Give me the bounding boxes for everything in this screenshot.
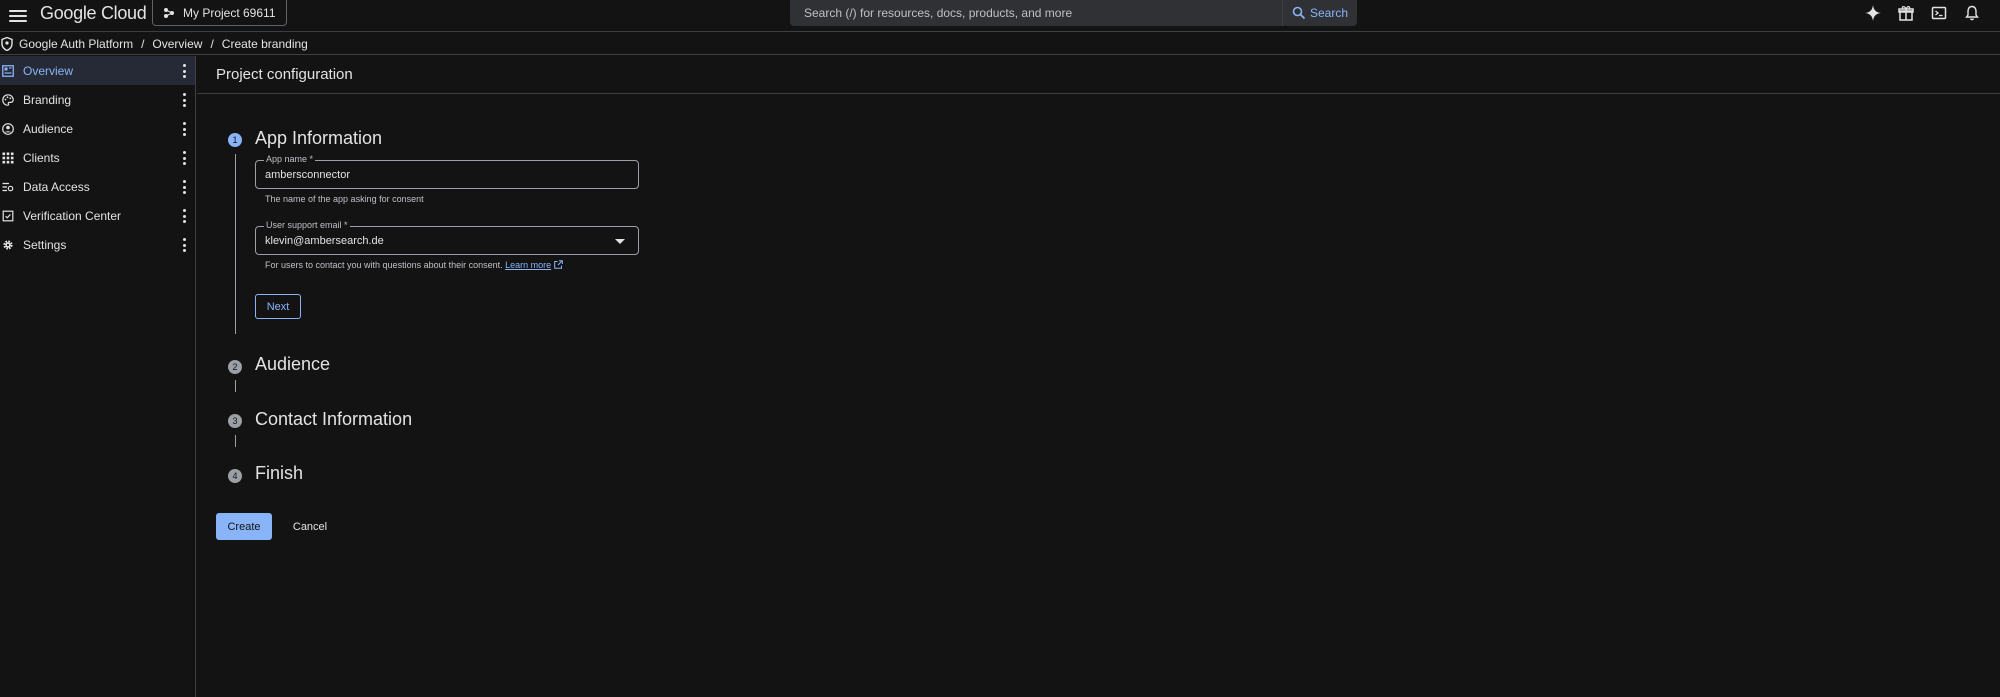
auth-platform-shield-icon bbox=[1, 36, 13, 51]
sidebar-item-label: Settings bbox=[23, 237, 67, 252]
notifications-bell-icon[interactable] bbox=[1962, 3, 1982, 23]
learn-more-link[interactable]: Learn more bbox=[505, 260, 551, 270]
step-number-4: 4 bbox=[228, 469, 242, 483]
palette-icon bbox=[1, 93, 15, 107]
dropdown-arrow-icon bbox=[615, 239, 625, 244]
step-title-app-information[interactable]: App Information bbox=[255, 128, 382, 149]
sidebar-item-label: Branding bbox=[23, 92, 72, 107]
google-cloud-logo[interactable]: Google Cloud bbox=[40, 3, 147, 24]
create-button[interactable]: Create bbox=[216, 513, 272, 540]
stepper-connector bbox=[235, 380, 236, 392]
search-icon bbox=[1292, 6, 1306, 20]
support-email-select[interactable]: User support email * klevin@ambersearch.… bbox=[255, 220, 639, 255]
app-name-value: ambersconnector bbox=[265, 169, 350, 181]
sidebar-item-clients[interactable]: Clients bbox=[0, 143, 195, 172]
sidebar-item-overview[interactable]: Overview bbox=[0, 56, 195, 85]
cloud-shell-icon[interactable] bbox=[1929, 3, 1949, 23]
project-picker-button[interactable]: My Project 69611 bbox=[152, 0, 287, 26]
sidebar-item-data-access[interactable]: Data Access bbox=[0, 172, 195, 201]
sidebar-item-settings[interactable]: Settings bbox=[0, 230, 195, 259]
data-access-icon bbox=[1, 180, 15, 194]
more-vert-icon[interactable] bbox=[183, 209, 187, 223]
search-placeholder: Search (/) for resources, docs, products… bbox=[804, 6, 1073, 20]
verification-icon bbox=[1, 209, 15, 223]
breadcrumb-separator: / bbox=[141, 36, 145, 51]
external-link-icon[interactable] bbox=[553, 260, 563, 269]
next-button[interactable]: Next bbox=[255, 294, 301, 319]
sidebar-nav: Overview Branding Audience Clients Data … bbox=[0, 56, 196, 697]
step-title-contact-information[interactable]: Contact Information bbox=[255, 409, 412, 430]
breadcrumb-item-create-branding: Create branding bbox=[221, 36, 308, 51]
sidebar-item-branding[interactable]: Branding bbox=[0, 85, 195, 114]
sidebar-item-label: Overview bbox=[23, 63, 74, 78]
more-vert-icon[interactable] bbox=[183, 151, 187, 165]
app-name-label: App name * bbox=[264, 154, 316, 164]
main-content: Project configuration 1 App Information … bbox=[197, 56, 2000, 697]
stepper-connector bbox=[235, 435, 236, 447]
more-vert-icon[interactable] bbox=[183, 122, 187, 136]
app-name-field[interactable]: App name * ambersconnector bbox=[255, 154, 639, 189]
cancel-button[interactable]: Cancel bbox=[285, 513, 335, 540]
person-icon bbox=[1, 122, 15, 136]
support-email-value: klevin@ambersearch.de bbox=[265, 235, 384, 247]
gear-icon bbox=[1, 238, 15, 252]
breadcrumb-item-overview[interactable]: Overview bbox=[152, 37, 202, 51]
step-title-finish[interactable]: Finish bbox=[255, 463, 303, 484]
project-nodes-icon bbox=[164, 7, 174, 18]
apps-grid-icon bbox=[1, 151, 15, 165]
breadcrumb-separator: / bbox=[210, 36, 214, 51]
app-name-hint: The name of the app asking for consent bbox=[265, 194, 424, 204]
support-email-label: User support email * bbox=[264, 220, 350, 230]
support-email-hint-text: For users to contact you with questions … bbox=[265, 260, 503, 270]
main-menu-icon[interactable] bbox=[6, 4, 30, 28]
sidebar-item-audience[interactable]: Audience bbox=[0, 114, 195, 143]
step-number-3: 3 bbox=[228, 414, 242, 428]
support-email-hint: For users to contact you with questions … bbox=[265, 260, 563, 270]
sidebar-item-label: Data Access bbox=[23, 179, 90, 194]
search-button-label: Search bbox=[1309, 6, 1349, 20]
gift-icon[interactable] bbox=[1896, 3, 1916, 23]
gemini-sparkle-icon[interactable] bbox=[1863, 3, 1883, 23]
sidebar-item-label: Audience bbox=[23, 121, 74, 136]
step-number-2: 2 bbox=[228, 360, 242, 374]
sidebar-item-verification-center[interactable]: Verification Center bbox=[0, 201, 195, 230]
breadcrumb-item-auth-platform[interactable]: Google Auth Platform bbox=[19, 37, 133, 51]
step-title-audience[interactable]: Audience bbox=[255, 354, 330, 375]
breadcrumb: Google Auth Platform / Overview / Create… bbox=[0, 33, 2000, 55]
top-app-bar: Google Cloud My Project 69611 Search (/)… bbox=[0, 0, 2000, 32]
more-vert-icon[interactable] bbox=[183, 238, 187, 252]
project-name: My Project 69611 bbox=[183, 5, 276, 20]
sidebar-item-label: Clients bbox=[23, 150, 60, 165]
sidebar-item-label: Verification Center bbox=[23, 208, 122, 223]
stepper-connector bbox=[235, 154, 236, 334]
more-vert-icon[interactable] bbox=[183, 64, 187, 78]
dashboard-icon bbox=[1, 64, 15, 78]
more-vert-icon[interactable] bbox=[183, 93, 187, 107]
step-number-1: 1 bbox=[228, 133, 242, 147]
search-button[interactable]: Search bbox=[1282, 0, 1357, 26]
page-title: Project configuration bbox=[197, 56, 2000, 94]
more-vert-icon[interactable] bbox=[183, 180, 187, 194]
search-input[interactable]: Search (/) for resources, docs, products… bbox=[790, 0, 1282, 26]
